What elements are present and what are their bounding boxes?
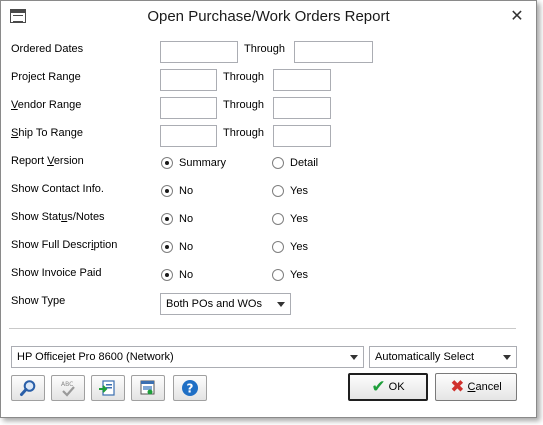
export-icon	[99, 380, 115, 396]
radio-checked-icon	[161, 269, 173, 281]
no-label: No	[179, 269, 194, 281]
dialog-title: Open Purchase/Work Orders Report	[147, 8, 390, 25]
printer-value: HP Officejet Pro 8600 (Network)	[17, 351, 174, 363]
contact-info-no-radio[interactable]: No	[161, 185, 193, 197]
svg-text:?: ?	[187, 382, 194, 396]
radio-unchecked-icon	[272, 185, 284, 197]
no-label: No	[179, 241, 194, 253]
report-version-detail-radio[interactable]: Detail	[272, 157, 318, 169]
close-button[interactable]: ✕	[506, 6, 528, 28]
report-dialog: Open Purchase/Work Orders Report ✕ Order…	[0, 0, 537, 418]
ship-to-range-to-field[interactable]	[273, 125, 331, 147]
radio-unchecked-icon	[272, 157, 284, 169]
vendor-range-through-label: Through	[223, 99, 264, 111]
full-description-yes-radio[interactable]: Yes	[272, 241, 308, 253]
close-icon: ✕	[510, 8, 524, 25]
no-label: No	[179, 213, 194, 225]
tray-value: Automatically Select	[375, 351, 475, 363]
radio-unchecked-icon	[272, 241, 284, 253]
project-range-label: Project Range	[11, 71, 81, 83]
project-range-through-label: Through	[223, 71, 264, 83]
ship-to-range-from-field[interactable]	[160, 125, 217, 147]
chevron-down-icon	[503, 355, 511, 360]
status-notes-no-radio[interactable]: No	[161, 213, 193, 225]
yes-label: Yes	[290, 185, 308, 197]
x-icon: ✖	[450, 377, 465, 396]
yes-label: Yes	[290, 269, 308, 281]
preview-button[interactable]	[11, 375, 45, 401]
printer-icon	[140, 380, 155, 395]
vendor-range-label: Vendor Range	[11, 99, 82, 111]
checkmark-icon: ✔	[371, 377, 386, 396]
summary-label: Summary	[179, 157, 227, 169]
help-icon: ?	[182, 380, 198, 396]
report-version-summary-radio[interactable]: Summary	[161, 157, 226, 169]
show-type-label: Show Type	[11, 295, 66, 307]
printer-setup-button[interactable]	[131, 375, 165, 401]
vendor-range-from-field[interactable]	[160, 97, 217, 119]
ordered-date-to-field[interactable]	[294, 41, 373, 63]
chevron-down-icon	[277, 302, 285, 307]
ordered-dates-label: Ordered Dates	[11, 43, 84, 55]
radio-unchecked-icon	[272, 213, 284, 225]
invoice-paid-no-radio[interactable]: No	[161, 269, 193, 281]
vendor-range-to-field[interactable]	[273, 97, 331, 119]
show-type-value: Both POs and WOs	[166, 298, 262, 310]
radio-checked-icon	[161, 185, 173, 197]
ordered-dates-through-label: Through	[244, 43, 285, 55]
invoice-paid-yes-radio[interactable]: Yes	[272, 269, 308, 281]
help-button[interactable]: ?	[173, 375, 207, 401]
radio-checked-icon	[161, 213, 173, 225]
project-range-to-field[interactable]	[273, 69, 331, 91]
export-button[interactable]	[91, 375, 125, 401]
project-range-from-field[interactable]	[160, 69, 217, 91]
show-status-notes-label: Show Status/Notes	[11, 211, 105, 223]
svg-text:ABC: ABC	[61, 381, 73, 388]
abc-check-icon: ABC	[61, 381, 75, 397]
radio-checked-icon	[161, 157, 173, 169]
yes-label: Yes	[290, 213, 308, 225]
detail-label: Detail	[290, 157, 319, 169]
yes-label: Yes	[290, 241, 308, 253]
show-contact-info-label: Show Contact Info.	[11, 183, 104, 195]
cancel-label: Cancel	[467, 381, 502, 393]
report-version-label: Report Version	[11, 155, 84, 167]
ok-button[interactable]: ✔ OK	[348, 373, 428, 401]
magnifier-icon	[20, 380, 36, 396]
printer-select[interactable]: HP Officejet Pro 8600 (Network)	[11, 346, 364, 368]
show-type-select[interactable]: Both POs and WOs	[160, 293, 291, 315]
chevron-down-icon	[350, 355, 358, 360]
contact-info-yes-radio[interactable]: Yes	[272, 185, 308, 197]
status-notes-yes-radio[interactable]: Yes	[272, 213, 308, 225]
ok-label: OK	[388, 381, 405, 393]
full-description-no-radio[interactable]: No	[161, 241, 193, 253]
ordered-date-from-field[interactable]	[160, 41, 238, 63]
ship-to-range-label: Ship To Range	[11, 127, 83, 139]
divider	[9, 328, 516, 329]
ship-to-range-through-label: Through	[223, 127, 264, 139]
spell-check-button[interactable]: ABC	[51, 375, 85, 401]
paper-tray-select[interactable]: Automatically Select	[369, 346, 517, 368]
title-bar: Open Purchase/Work Orders Report ✕	[1, 1, 536, 33]
radio-checked-icon	[161, 241, 173, 253]
no-label: No	[179, 185, 194, 197]
show-full-description-label: Show Full Description	[11, 239, 118, 251]
show-invoice-paid-label: Show Invoice Paid	[11, 267, 102, 279]
radio-unchecked-icon	[272, 269, 284, 281]
cancel-button[interactable]: ✖ Cancel	[435, 373, 517, 401]
